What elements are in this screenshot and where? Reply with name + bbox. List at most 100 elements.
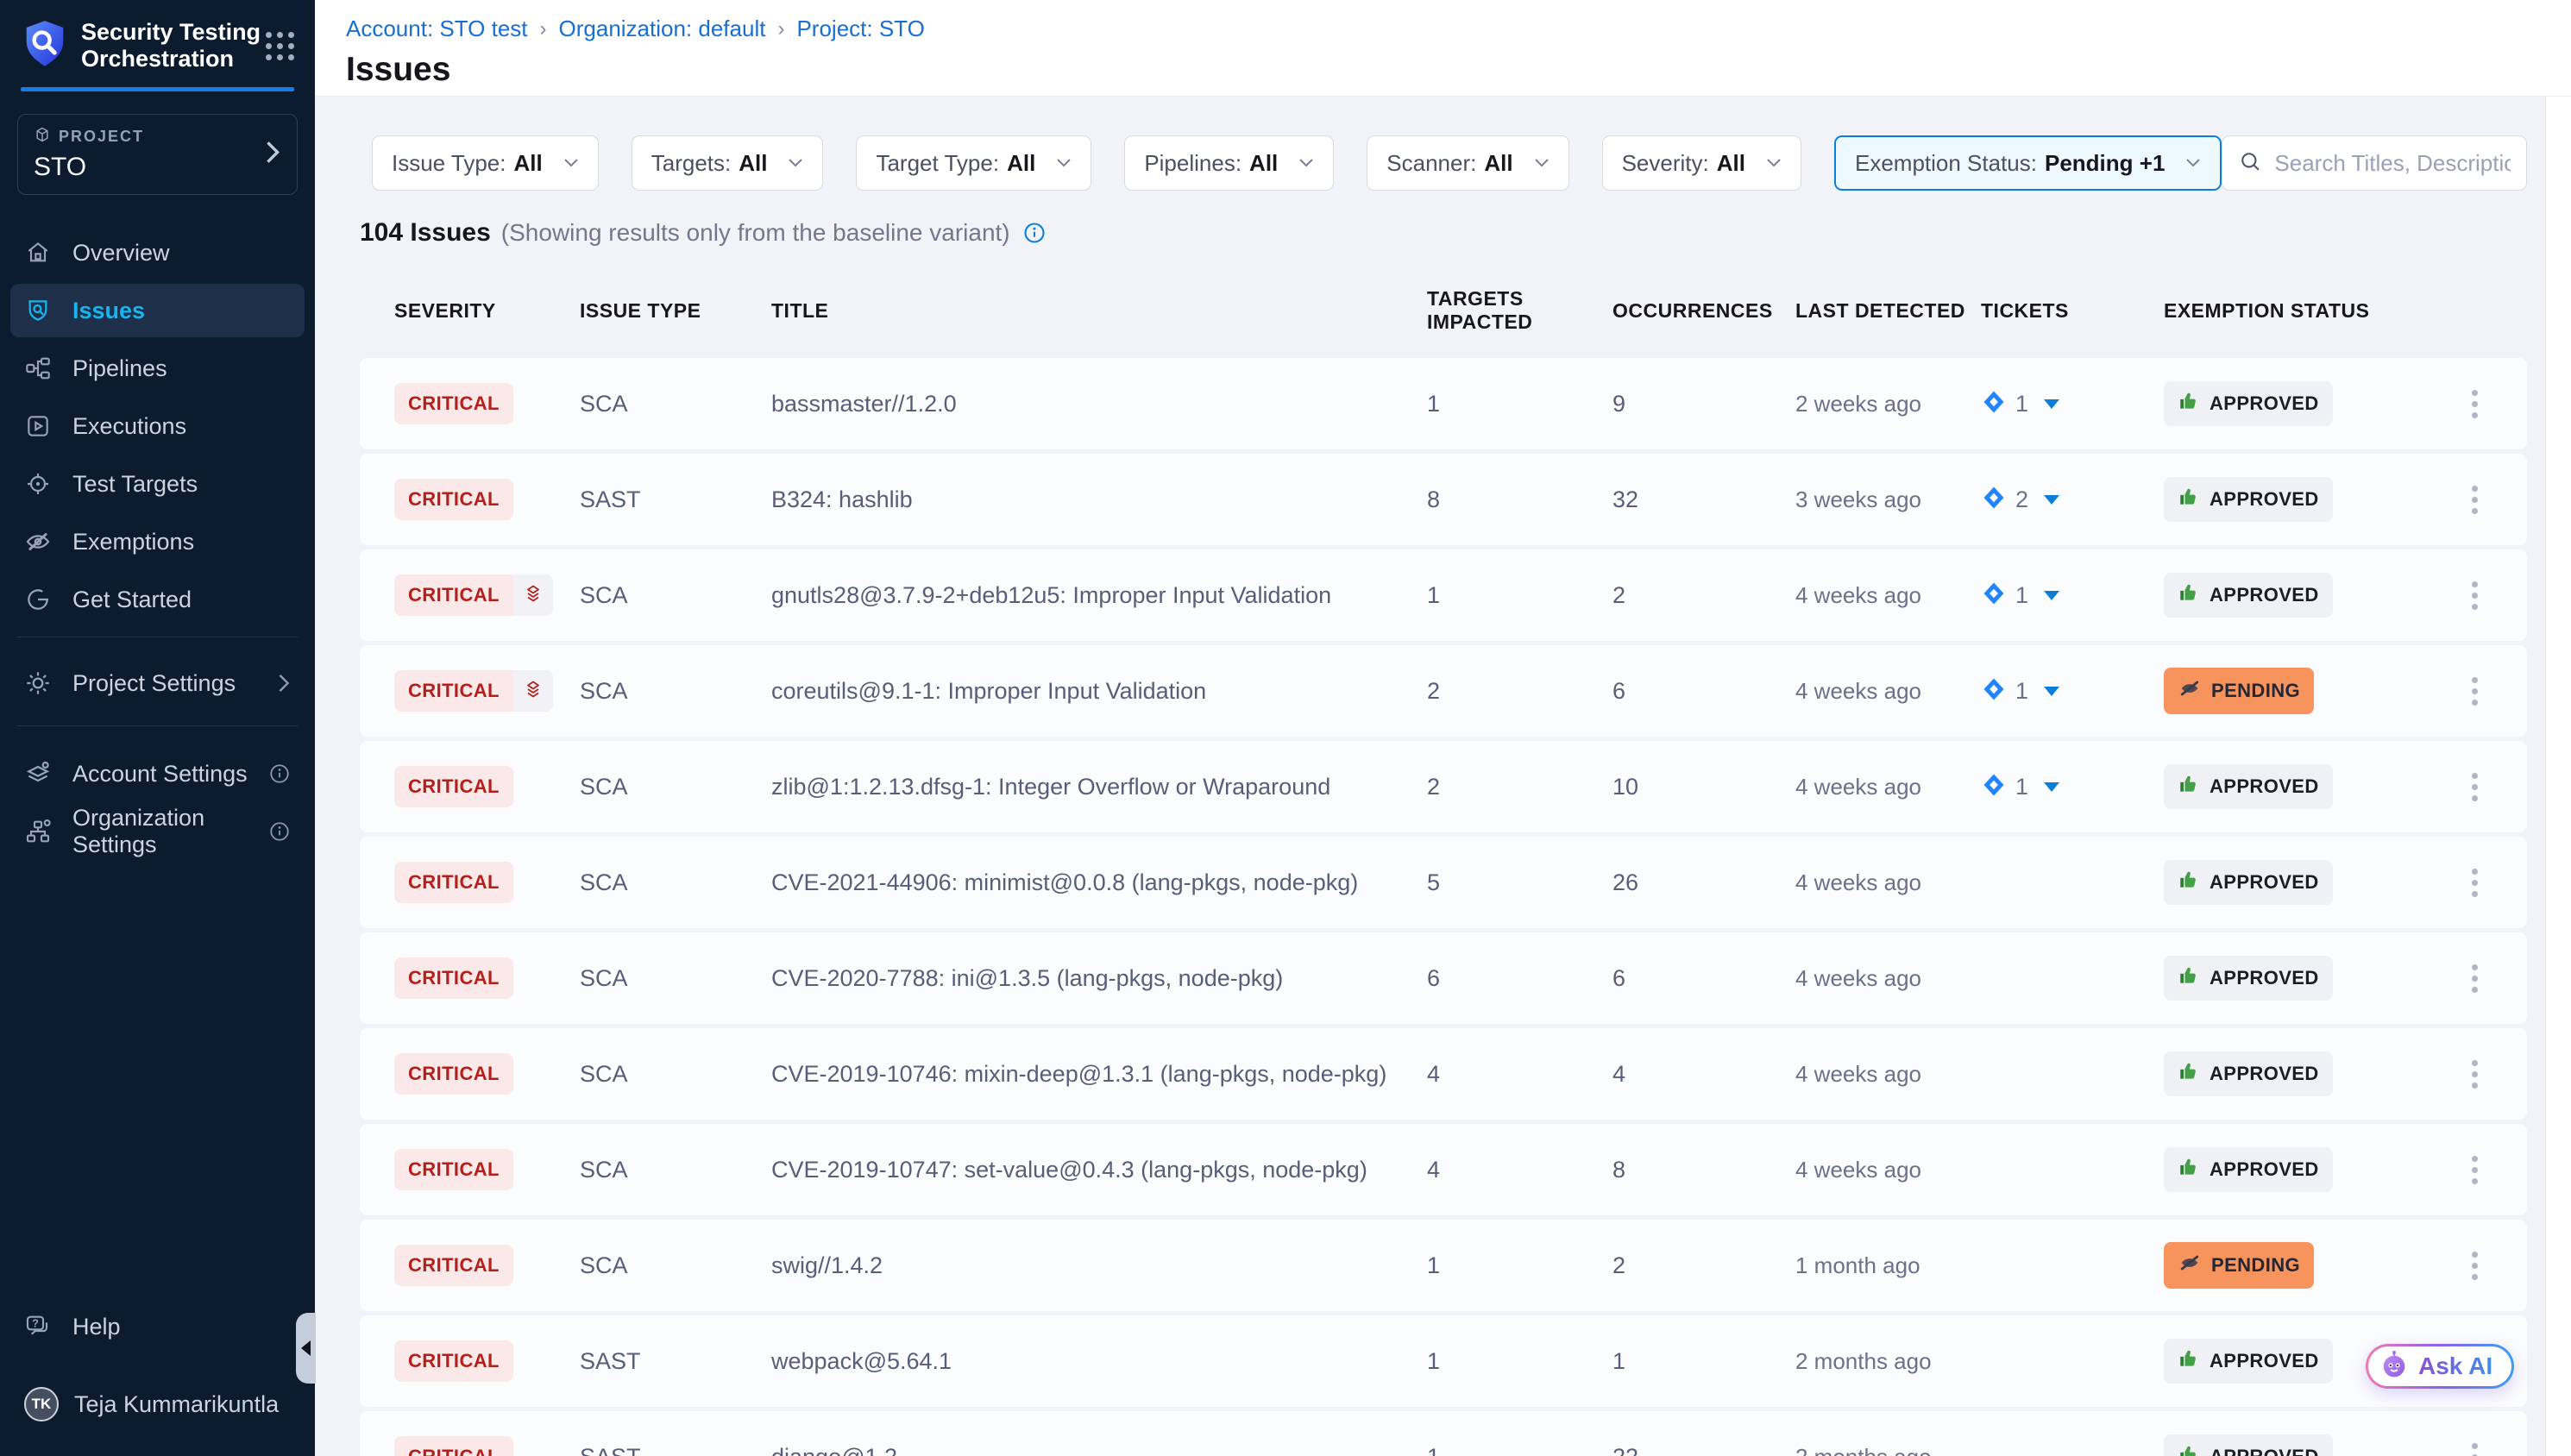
info-icon[interactable] [1022, 221, 1047, 245]
filter-target-type[interactable]: Target Type:All [856, 135, 1091, 191]
row-menu-button[interactable] [2467, 863, 2483, 902]
table-row[interactable]: CRITICAL SCA gnutls28@3.7.9-2+deb12u5: I… [360, 549, 2527, 641]
filter-targets[interactable]: Targets:All [632, 135, 824, 191]
table-row[interactable]: CRITICAL SCA coreutils@9.1-1: Improper I… [360, 645, 2527, 737]
sidebar-item-exemptions[interactable]: Exemptions [10, 515, 305, 568]
sidebar-item-pipelines[interactable]: Pipelines [10, 342, 305, 395]
col-header-issue-type: ISSUE TYPE [580, 299, 771, 323]
thumbs-up-icon [2178, 390, 2200, 417]
tickets-cell[interactable]: 1 [1981, 389, 2164, 419]
exemption-status-badge-approved: APPROVED [2164, 477, 2333, 522]
row-menu-button[interactable] [2467, 1055, 2483, 1094]
info-icon[interactable] [268, 820, 291, 843]
row-menu-button[interactable] [2467, 480, 2483, 519]
sidebar-item-account-settings[interactable]: Account Settings [10, 747, 305, 800]
row-menu-button[interactable] [2467, 1246, 2483, 1285]
scrollbar[interactable] [2545, 97, 2571, 1456]
project-selector[interactable]: PROJECT STO [17, 114, 298, 195]
app-header: Security Testing Orchestration [0, 0, 315, 72]
filter-scanner[interactable]: Scanner:All [1367, 135, 1568, 191]
sidebar-item-project-settings[interactable]: Project Settings [10, 656, 305, 710]
breadcrumb-organization-link[interactable]: Organization: default [559, 16, 766, 42]
table-row[interactable]: CRITICAL SCA bassmaster//1.2.0 1 9 2 wee… [360, 358, 2527, 449]
sidebar-item-test-targets[interactable]: Test Targets [10, 457, 305, 511]
col-header-title: TITLE [771, 299, 1427, 323]
col-header-occurrences: OCCURRENCES [1612, 299, 1795, 323]
sidebar-item-help[interactable]: ? Help [10, 1300, 305, 1353]
filter-severity[interactable]: Severity:All [1602, 135, 1801, 191]
issue-title-cell: coreutils@9.1-1: Improper Input Validati… [771, 678, 1427, 705]
row-menu-button[interactable] [2467, 1438, 2483, 1456]
table-row[interactable]: CRITICAL SCA CVE-2019-10747: set-value@0… [360, 1124, 2527, 1215]
tickets-cell[interactable]: 1 [1981, 581, 2164, 611]
table-row[interactable]: CRITICAL SCA CVE-2019-10746: mixin-deep@… [360, 1028, 2527, 1120]
eye-slash-icon [2178, 676, 2202, 706]
filter-issue-type[interactable]: Issue Type:All [372, 135, 599, 191]
thumbs-up-icon [2178, 1156, 2200, 1183]
severity-badge: CRITICAL [394, 1436, 513, 1456]
row-menu-button[interactable] [2467, 672, 2483, 711]
sidebar-item-overview[interactable]: Overview [10, 226, 305, 279]
targets-impacted-cell: 1 [1427, 1444, 1612, 1456]
row-menu-button[interactable] [2467, 1151, 2483, 1189]
filter-exemption-status[interactable]: Exemption Status:Pending +1 [1834, 135, 2222, 191]
severity-badge: CRITICAL [394, 479, 513, 520]
occurrences-cell: 22 [1612, 1444, 1795, 1456]
tickets-cell[interactable]: 1 [1981, 772, 2164, 802]
table-row[interactable]: CRITICAL SAST webpack@5.64.1 1 1 2 month… [360, 1315, 2527, 1407]
thumbs-up-icon [2178, 486, 2200, 513]
sidebar-item-executions[interactable]: Executions [10, 399, 305, 453]
chevron-down-icon [2185, 158, 2201, 168]
issue-type-cell: SCA [580, 1061, 771, 1088]
table-row[interactable]: CRITICAL SAST django@1.2 1 22 2 months a… [360, 1411, 2527, 1456]
tickets-cell[interactable]: 2 [1981, 485, 2164, 515]
filter-pipelines[interactable]: Pipelines:All [1124, 135, 1334, 191]
project-name: STO [34, 153, 281, 182]
row-menu-button[interactable] [2467, 576, 2483, 615]
row-menu-button[interactable] [2467, 385, 2483, 424]
info-icon[interactable] [268, 763, 291, 785]
targets-impacted-cell: 4 [1427, 1061, 1612, 1088]
last-detected-cell: 4 weeks ago [1795, 869, 1981, 896]
row-menu-button[interactable] [2467, 959, 2483, 998]
ask-ai-button[interactable]: Ask AI [2366, 1344, 2514, 1389]
sidebar-item-organization-settings[interactable]: Organization Settings [10, 805, 305, 858]
table-row[interactable]: CRITICAL SCA CVE-2020-7788: ini@1.3.5 (l… [360, 932, 2527, 1024]
breadcrumb-account-link[interactable]: Account: STO test [346, 16, 528, 42]
targets-impacted-cell: 6 [1427, 965, 1612, 992]
sidebar-item-issues[interactable]: Issues [10, 284, 305, 337]
table-row[interactable]: CRITICAL SCA swig//1.4.2 1 2 1 month ago… [360, 1220, 2527, 1311]
sidebar-collapse-handle[interactable] [296, 1313, 316, 1384]
jira-icon [1981, 772, 2007, 802]
user-menu[interactable]: TK Teja Kummarikuntla [10, 1378, 305, 1431]
thumbs-up-icon [2178, 964, 2200, 992]
table-row[interactable]: CRITICAL SCA zlib@1:1.2.13.dfsg-1: Integ… [360, 741, 2527, 832]
issue-title-cell: django@1.2 [771, 1444, 1427, 1456]
issue-title-cell: B324: hashlib [771, 486, 1427, 513]
issue-type-cell: SCA [580, 582, 771, 609]
severity-badge: CRITICAL [394, 862, 513, 903]
breadcrumb-project-link[interactable]: Project: STO [796, 16, 924, 42]
last-detected-cell: 4 weeks ago [1795, 678, 1981, 705]
issue-type-cell: SCA [580, 1252, 771, 1279]
last-detected-cell: 2 months ago [1795, 1348, 1981, 1375]
targets-impacted-cell: 4 [1427, 1157, 1612, 1183]
thumbs-up-icon [2178, 1347, 2200, 1375]
search-input[interactable] [2274, 150, 2511, 177]
jira-icon [1981, 581, 2007, 611]
issue-title-cell: swig//1.4.2 [771, 1252, 1427, 1279]
user-name: Teja Kummarikuntla [74, 1391, 279, 1418]
table-row[interactable]: CRITICAL SAST B324: hashlib 8 32 3 weeks… [360, 454, 2527, 545]
app-switcher-icon[interactable] [266, 32, 294, 60]
sidebar-item-get-started[interactable]: Get Started [10, 573, 305, 626]
chevron-down-icon [1766, 158, 1782, 168]
occurrences-cell: 26 [1612, 869, 1795, 896]
row-menu-button[interactable] [2467, 768, 2483, 806]
pipelines-icon [24, 354, 53, 383]
issue-title-cell: zlib@1:1.2.13.dfsg-1: Integer Overflow o… [771, 774, 1427, 800]
occurrences-cell: 6 [1612, 678, 1795, 705]
exemption-status-badge-approved: APPROVED [2164, 1051, 2333, 1096]
table-row[interactable]: CRITICAL SCA CVE-2021-44906: minimist@0.… [360, 837, 2527, 928]
tickets-cell[interactable]: 1 [1981, 676, 2164, 706]
col-header-targets-impacted: TARGETS IMPACTED [1427, 287, 1612, 334]
